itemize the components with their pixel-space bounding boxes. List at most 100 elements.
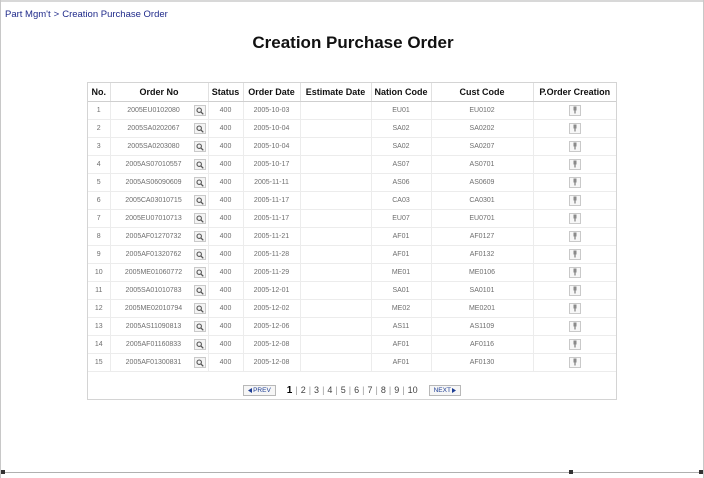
- order-lookup-button[interactable]: [193, 141, 206, 152]
- create-purchase-order-button[interactable]: [568, 338, 581, 350]
- order-list-panel: No. Order No Status Order Date Estimate Date…: [87, 82, 617, 400]
- order-date-cell: 2005-10-04: [243, 119, 301, 138]
- column-header: No.: [88, 83, 111, 102]
- magnifier-icon: [195, 322, 204, 331]
- p-order-creation-cell: [533, 281, 616, 300]
- magnifier-icon: [195, 286, 204, 295]
- column-header: Cust Code: [431, 83, 534, 102]
- p-order-creation-cell: [533, 317, 616, 336]
- row-number: 1: [88, 101, 111, 120]
- order-lookup-button[interactable]: [193, 213, 206, 224]
- order-no: 2005CA03010715: [125, 197, 182, 204]
- order-lookup-button[interactable]: [193, 105, 206, 116]
- row-number: 4: [88, 155, 111, 174]
- order-date-cell: 2005-11-11: [243, 173, 301, 192]
- table-row: 14 2005AF01160833 400 2005-12-08 AF01 AF0116: [88, 335, 616, 354]
- create-purchase-order-button[interactable]: [568, 122, 581, 134]
- page-number-link[interactable]: 1: [284, 385, 296, 396]
- status-cell: 400: [208, 173, 244, 192]
- page-number-link[interactable]: 4: [324, 385, 335, 395]
- p-order-creation-cell: [533, 155, 616, 174]
- order-no: 2005EU07010713: [125, 215, 182, 222]
- corner-mark-middle: [569, 470, 573, 474]
- table-row: 9 2005AF01320762 400 2005-11-28 AF01 AF0132: [88, 245, 616, 264]
- magnifier-icon: [195, 268, 204, 277]
- create-purchase-order-button[interactable]: [568, 284, 581, 296]
- create-purchase-order-button[interactable]: [568, 158, 581, 170]
- page-number-link[interactable]: 5: [338, 385, 349, 395]
- create-order-icon: [572, 322, 578, 330]
- row-number: 2: [88, 119, 111, 138]
- page-number-list: 1 | 2 | 3 | 4 | 5 | 6 | 7 | 8 | 9 | 10: [284, 385, 421, 396]
- create-purchase-order-button[interactable]: [568, 230, 581, 242]
- order-lookup-button[interactable]: [193, 249, 206, 260]
- order-lookup-button[interactable]: [193, 267, 206, 278]
- order-no: 2005AF01320762: [125, 251, 182, 258]
- p-order-creation-cell: [533, 335, 616, 354]
- page-number-link[interactable]: 10: [405, 385, 421, 395]
- order-lookup-button[interactable]: [193, 321, 206, 332]
- triangle-right-icon: [451, 387, 456, 393]
- order-lookup-button[interactable]: [193, 339, 206, 350]
- prev-page-button[interactable]: PREV: [243, 384, 276, 396]
- create-purchase-order-button[interactable]: [568, 356, 581, 368]
- create-purchase-order-button[interactable]: [568, 212, 581, 224]
- order-lookup-button[interactable]: [193, 285, 206, 296]
- p-order-creation-cell: [533, 101, 616, 120]
- order-no: 2005ME02010794: [124, 305, 183, 312]
- magnifier-icon: [195, 232, 204, 241]
- create-purchase-order-button[interactable]: [568, 266, 581, 278]
- order-lookup-button[interactable]: [193, 303, 206, 314]
- next-page-button[interactable]: NEXT: [428, 384, 461, 396]
- order-lookup-button[interactable]: [193, 177, 206, 188]
- magnifier-icon: [195, 106, 204, 115]
- create-purchase-order-button[interactable]: [568, 302, 581, 314]
- cust-code-cell: AF0132: [431, 245, 534, 264]
- order-no-cell: 2005AF01300831: [110, 353, 209, 372]
- page-number-link[interactable]: 9: [391, 385, 402, 395]
- column-header: P.Order Creation: [533, 83, 616, 102]
- order-no: 2005SA0203080: [127, 143, 180, 150]
- cust-code-cell: AF0116: [431, 335, 534, 354]
- page-number-link[interactable]: 7: [364, 385, 375, 395]
- p-order-creation-cell: [533, 137, 616, 156]
- page-number-link[interactable]: 2: [298, 385, 309, 395]
- corner-mark-right: [699, 470, 703, 474]
- create-purchase-order-button[interactable]: [568, 248, 581, 260]
- order-lookup-button[interactable]: [193, 357, 206, 368]
- table-row: 5 2005AS06090609 400 2005-11-11 AS06 AS0609: [88, 173, 616, 192]
- order-date-cell: 2005-10-03: [243, 101, 301, 120]
- breadcrumb-current-link[interactable]: Creation Purchase Order: [62, 9, 168, 20]
- status-cell: 400: [208, 227, 244, 246]
- order-no: 2005AS07010557: [125, 161, 182, 168]
- order-date-cell: 2005-11-17: [243, 209, 301, 228]
- row-number: 3: [88, 137, 111, 156]
- order-no-cell: 2005SA0202067: [110, 119, 209, 138]
- order-no: 2005AS11090813: [125, 323, 182, 330]
- p-order-creation-cell: [533, 173, 616, 192]
- top-rule: [1, 0, 703, 2]
- cust-code-cell: SA0202: [431, 119, 534, 138]
- order-lookup-button[interactable]: [193, 195, 206, 206]
- page-number-link[interactable]: 8: [378, 385, 389, 395]
- create-purchase-order-button[interactable]: [568, 194, 581, 206]
- order-lookup-button[interactable]: [193, 159, 206, 170]
- column-header: Order Date: [243, 83, 301, 102]
- estimate-date-cell: [300, 353, 372, 372]
- create-purchase-order-button[interactable]: [568, 104, 581, 116]
- page-number-link[interactable]: 3: [311, 385, 322, 395]
- create-purchase-order-button[interactable]: [568, 140, 581, 152]
- order-lookup-button[interactable]: [193, 231, 206, 242]
- order-no-cell: 2005EU0102080: [110, 101, 209, 120]
- order-lookup-button[interactable]: [193, 123, 206, 134]
- order-no-cell: 2005ME01060772: [110, 263, 209, 282]
- table-row: 8 2005AF01270732 400 2005-11-21 AF01 AF0127: [88, 227, 616, 246]
- create-order-icon: [572, 304, 578, 312]
- page-number-link[interactable]: 6: [351, 385, 362, 395]
- create-purchase-order-button[interactable]: [568, 176, 581, 188]
- create-purchase-order-button[interactable]: [568, 320, 581, 332]
- cust-code-cell: AS0701: [431, 155, 534, 174]
- order-no-cell: 2005AS06090609: [110, 173, 209, 192]
- nation-code-cell: SA02: [371, 137, 432, 156]
- breadcrumb-parent-link[interactable]: Part Mgm't: [5, 9, 51, 20]
